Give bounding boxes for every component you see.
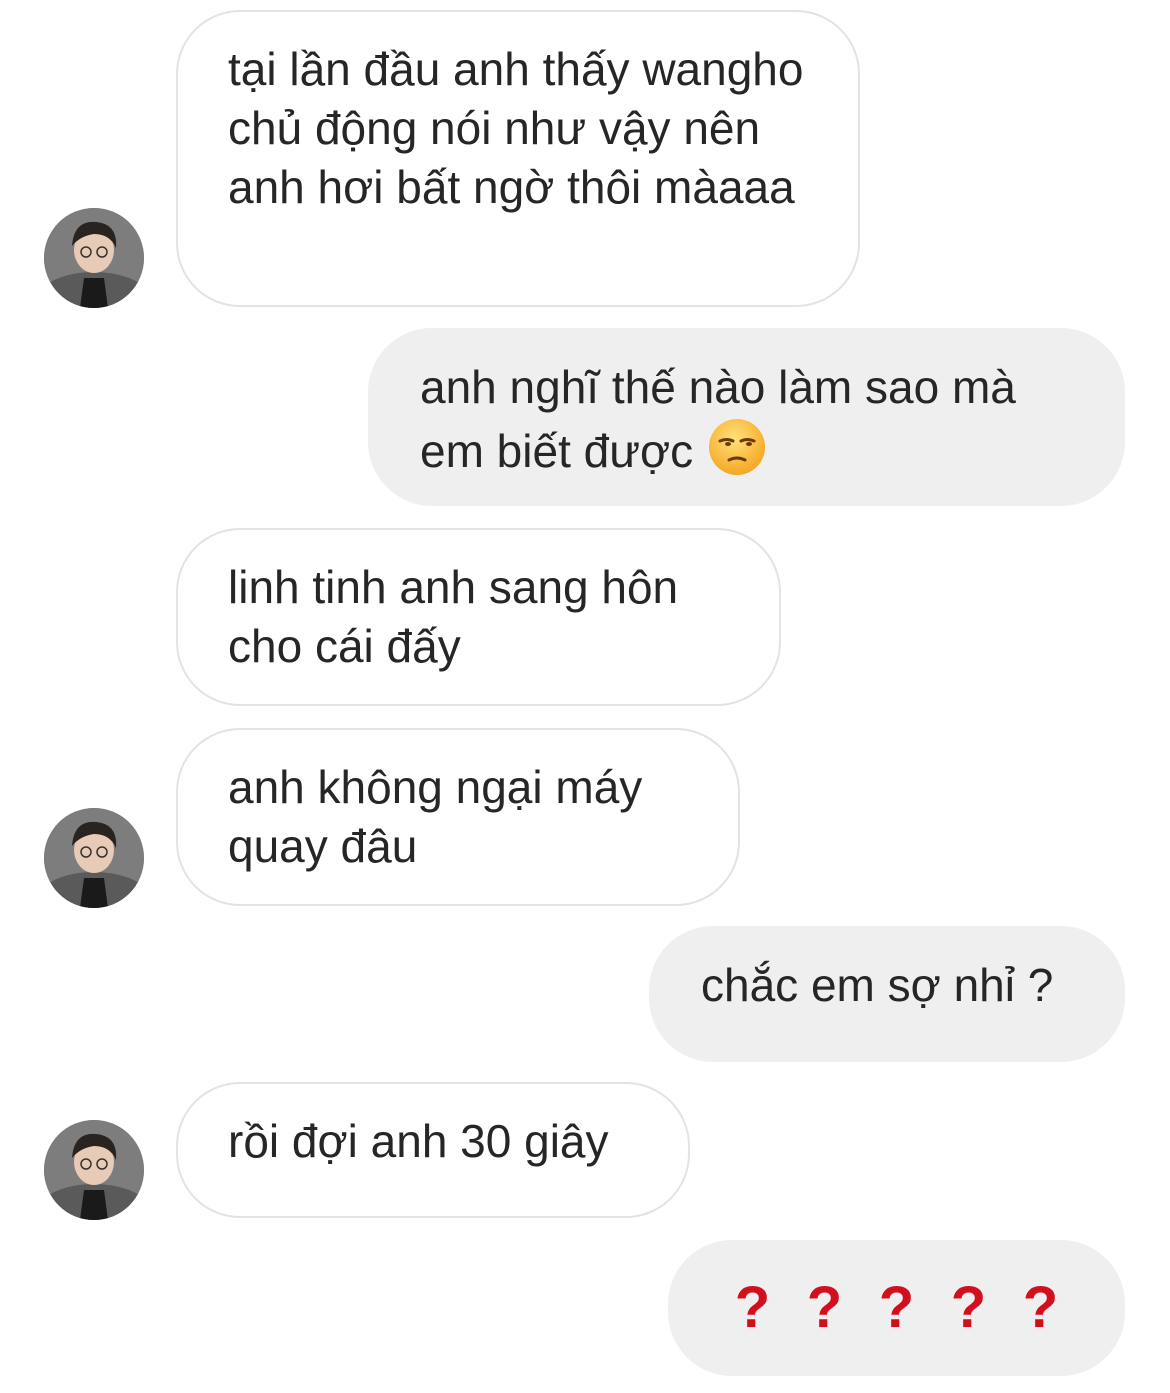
avatar[interactable] xyxy=(44,208,144,308)
unamused-face-icon xyxy=(707,417,767,491)
outgoing-message[interactable]: chắc em sợ nhỉ ? xyxy=(649,926,1125,1062)
question-mark: ? xyxy=(1022,1275,1059,1340)
question-mark: ? xyxy=(950,1275,987,1340)
profile-photo-icon xyxy=(44,808,144,908)
incoming-message[interactable]: anh không ngại máy quay đâu xyxy=(176,728,740,906)
question-mark: ? xyxy=(806,1275,843,1340)
incoming-message[interactable]: linh tinh anh sang hôn cho cái đấy xyxy=(176,528,781,706)
avatar[interactable] xyxy=(44,808,144,908)
message-text: tại lần đầu anh thấy wangho chủ động nói… xyxy=(228,43,804,213)
message-text: anh không ngại máy quay đâu xyxy=(228,761,643,872)
message-text: linh tinh anh sang hôn cho cái đấy xyxy=(228,561,679,672)
question-mark: ? xyxy=(734,1275,771,1340)
incoming-message[interactable]: tại lần đầu anh thấy wangho chủ động nói… xyxy=(176,10,860,307)
outgoing-message[interactable]: ????? xyxy=(668,1240,1125,1376)
message-text: rồi đợi anh 30 giây xyxy=(228,1115,609,1167)
profile-photo-icon xyxy=(44,208,144,308)
incoming-message[interactable]: rồi đợi anh 30 giây xyxy=(176,1082,690,1218)
outgoing-message[interactable]: anh nghĩ thế nào làm sao mà em biết được xyxy=(368,328,1125,506)
chat-screen: { "messages": [ {"from": "other", "text"… xyxy=(0,0,1170,1393)
message-text: chắc em sợ nhỉ ? xyxy=(701,959,1054,1011)
question-mark: ? xyxy=(878,1275,915,1340)
profile-photo-icon xyxy=(44,1120,144,1220)
avatar[interactable] xyxy=(44,1120,144,1220)
